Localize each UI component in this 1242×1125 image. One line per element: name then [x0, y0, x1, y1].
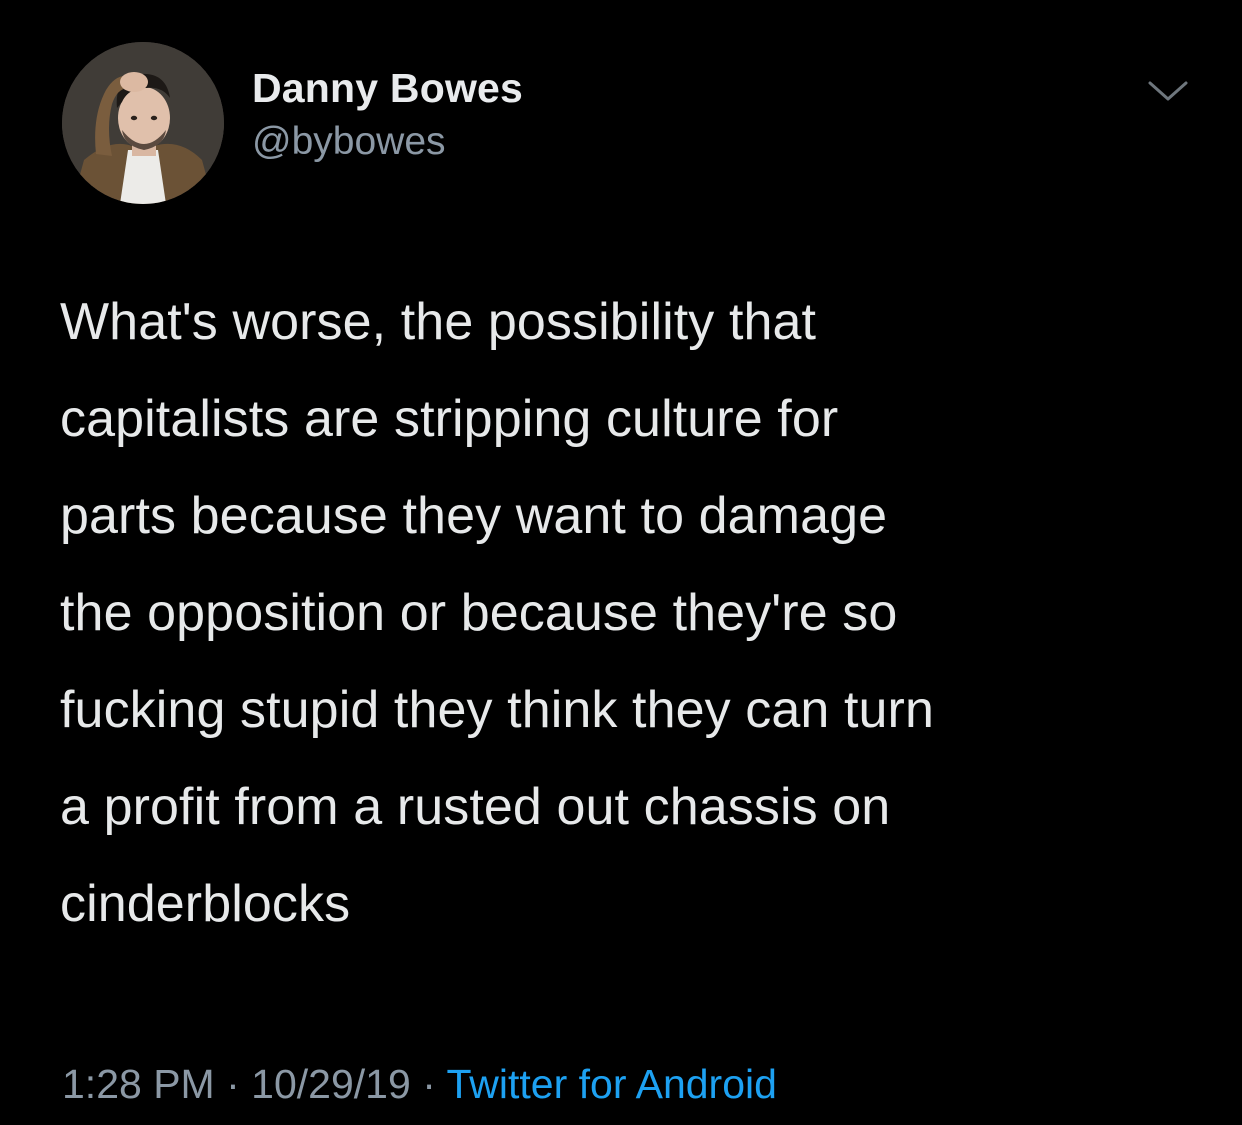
tweet-source-link[interactable]: Twitter for Android [447, 1061, 777, 1107]
tweet-time: 1:28 PM [62, 1061, 215, 1107]
tweet-date: 10/29/19 [251, 1061, 411, 1107]
meta-separator: · [226, 1061, 240, 1107]
avatar-image [62, 42, 224, 204]
tweet-metadata: 1:28 PM · 10/29/19 · Twitter for Android [62, 1058, 777, 1110]
author-display-name[interactable]: Danny Bowes [252, 62, 523, 114]
author-handle[interactable]: @bybowes [252, 118, 523, 166]
meta-separator: · [422, 1061, 436, 1107]
author-info: Danny Bowes @bybowes [252, 62, 523, 166]
avatar[interactable] [62, 42, 224, 204]
chevron-down-icon[interactable] [1146, 74, 1190, 108]
tweet-card: Danny Bowes @bybowes What's worse, the p… [0, 0, 1242, 1125]
tweet-text: What's worse, the possibility that capit… [60, 293, 934, 933]
